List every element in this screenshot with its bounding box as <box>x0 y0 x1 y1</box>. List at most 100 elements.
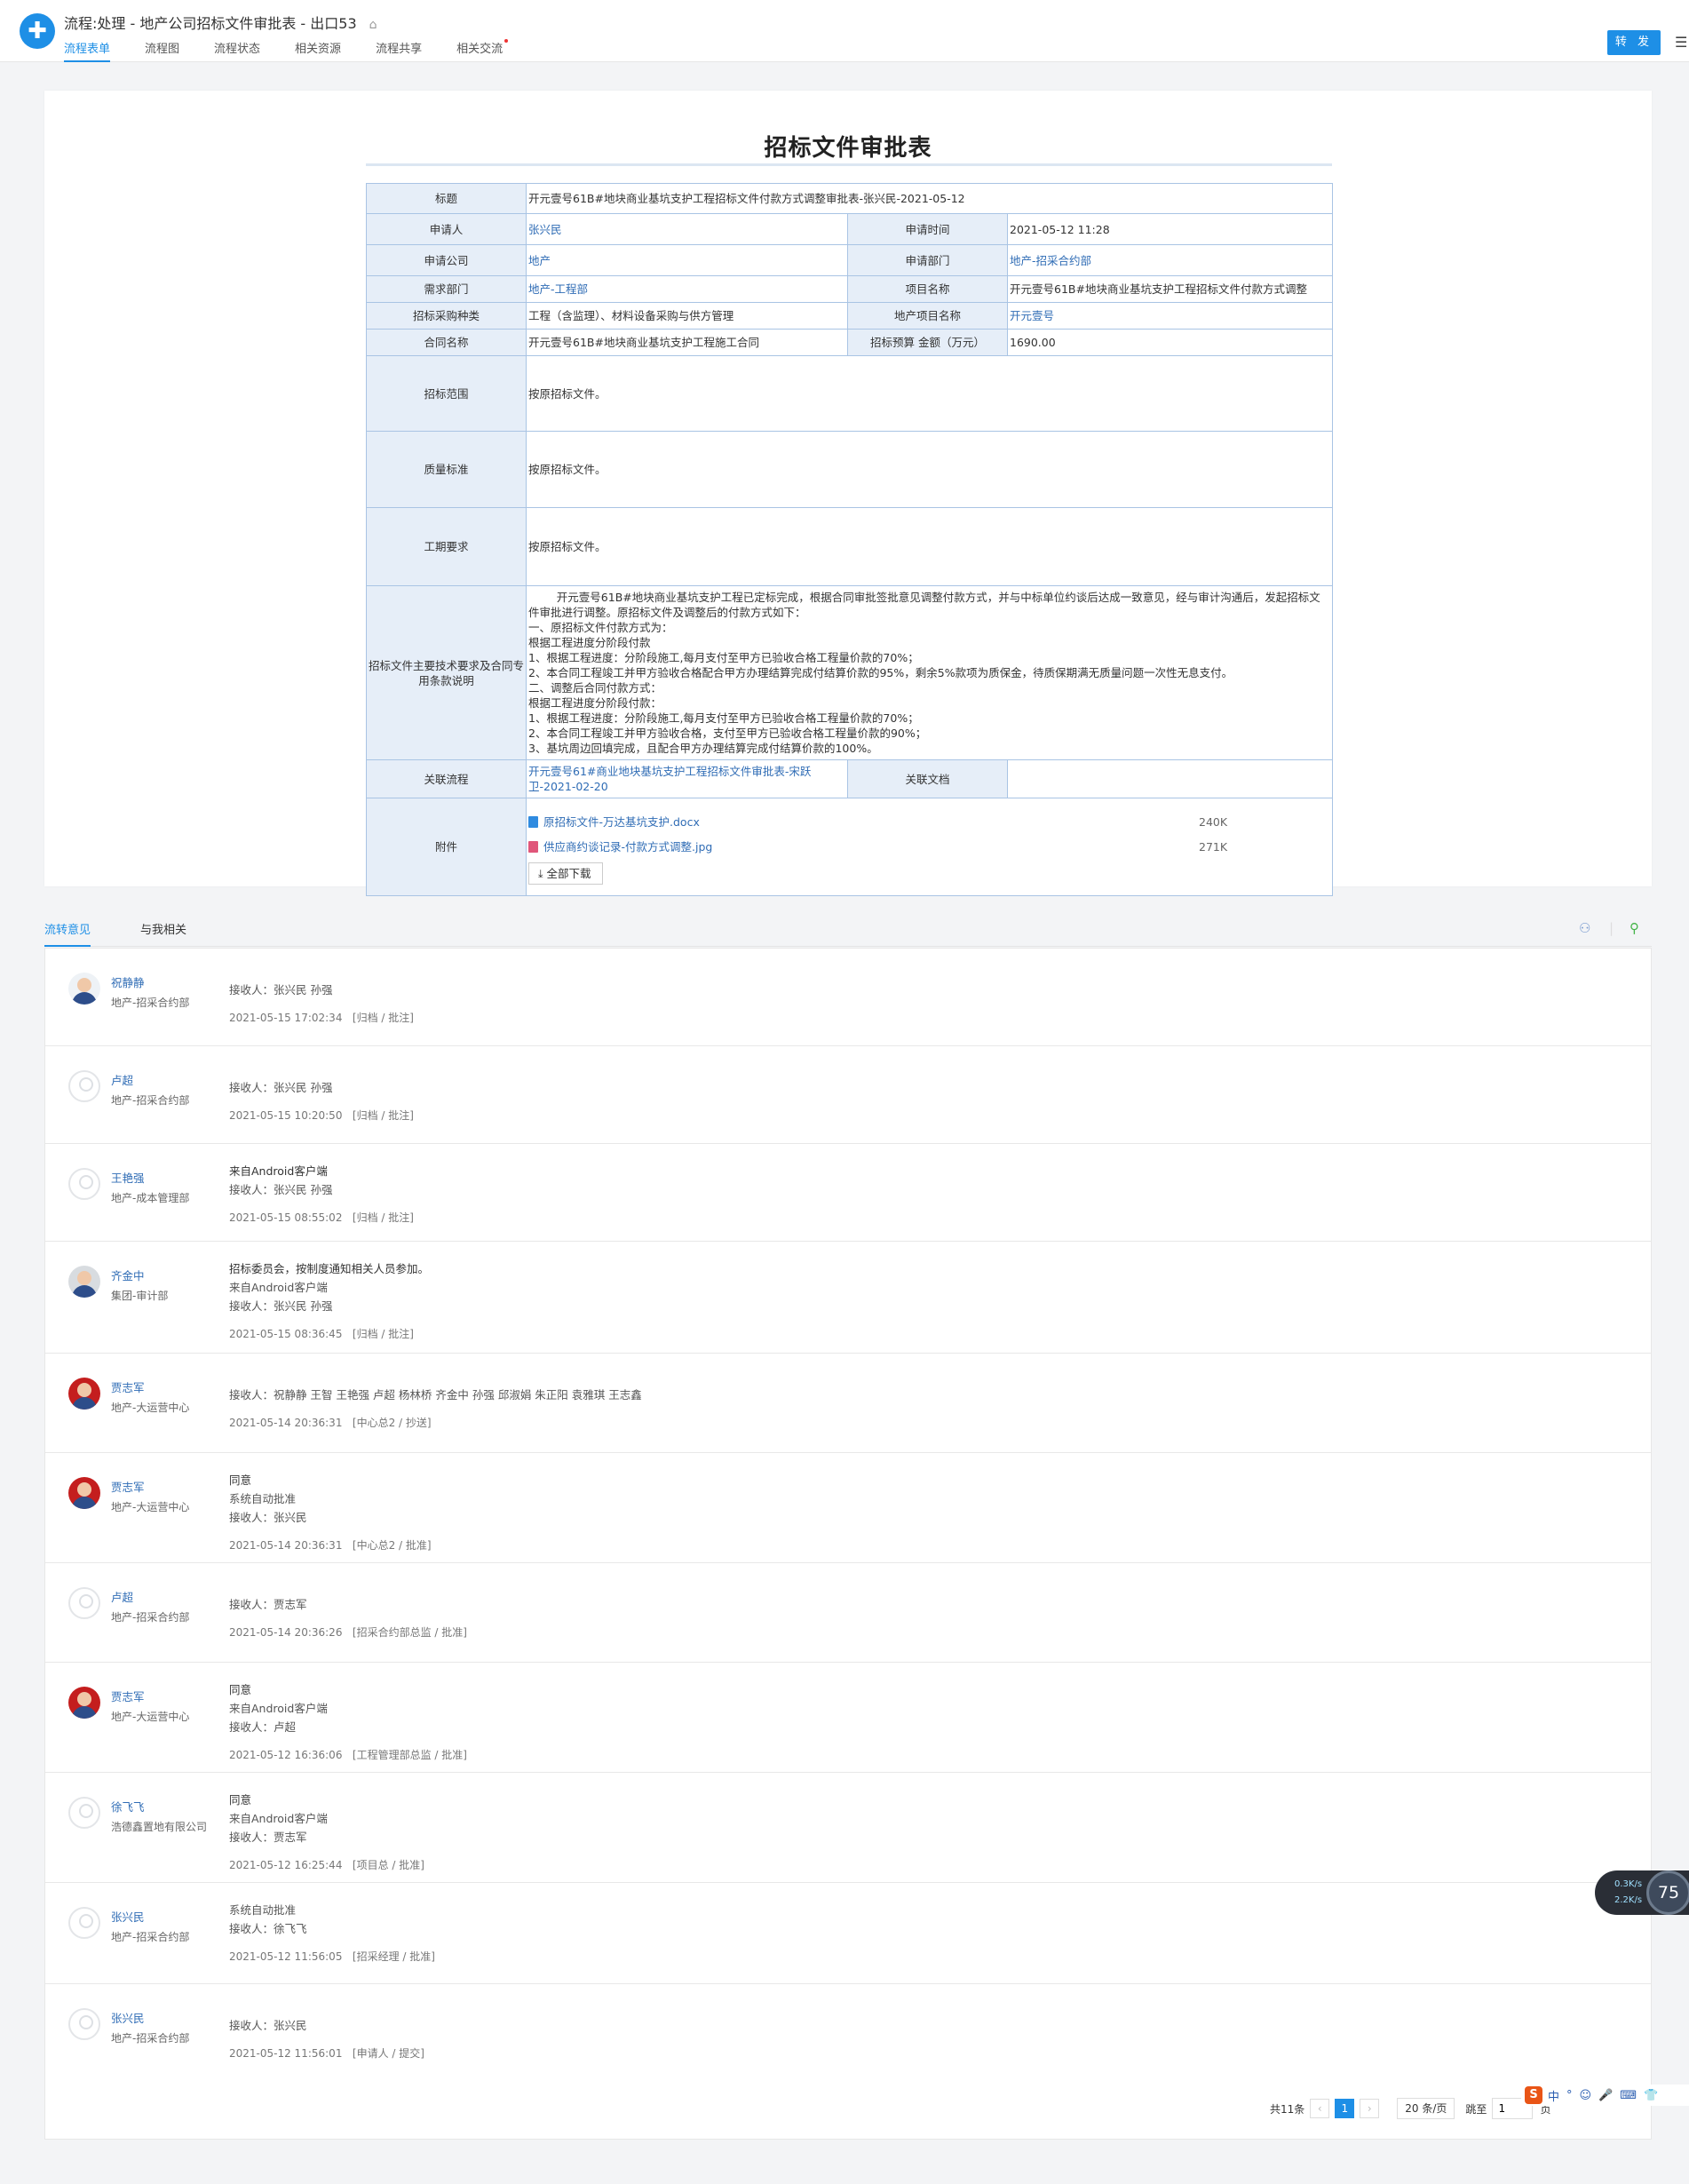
forward-button[interactable]: 转 发 <box>1607 30 1661 55</box>
opinion-time: 2021-05-15 17:02:34 <box>229 1012 343 1024</box>
attachment-item[interactable]: 原招标文件-万达基坑支护.docx 240K <box>528 809 1330 834</box>
opinion-user-name[interactable]: 贾志军 <box>111 1378 145 1395</box>
opinion-line: 同意 <box>229 1793 252 1807</box>
opinion-action: [工程管理部总监 / 批准] <box>352 1749 467 1761</box>
label-dept: 申请部门 <box>847 244 1008 276</box>
value-scope: 按原招标文件。 <box>525 355 1334 432</box>
emoji-icon[interactable]: ☺ <box>1580 2089 1592 2102</box>
avatar[interactable] <box>68 1797 100 1829</box>
opinion-user-dept: 地产-招采合约部 <box>111 2032 190 2045</box>
opinion-user-name[interactable]: 齐金中 <box>111 1267 145 1283</box>
opinion-action: [归档 / 批注] <box>352 1012 414 1024</box>
avatar[interactable] <box>68 973 100 1005</box>
keyboard-icon[interactable]: ⌨ <box>1620 2089 1637 2102</box>
opinion-user-name[interactable]: 徐飞飞 <box>111 1798 145 1815</box>
user-filter-icon[interactable]: ⚇ <box>1579 920 1590 936</box>
link-related-flow[interactable]: 开元壹号61#商业地块基坑支护工程招标文件审批表-宋跃卫-2021-02-20 <box>528 765 811 793</box>
opinion-receivers: 接收人：徐飞飞 <box>229 1922 307 1935</box>
opinion-user-dept: 地产-成本管理部 <box>111 1192 190 1204</box>
link-req-dept[interactable]: 地产-工程部 <box>528 282 588 296</box>
value-purchase-type: 工程（含监理）、材料设备采购与供方管理 <box>526 302 848 330</box>
page-number[interactable]: 1 <box>1335 2099 1355 2118</box>
label-related-flow: 关联流程 <box>366 759 527 798</box>
menu-icon[interactable]: ☰ <box>1675 36 1689 50</box>
link-company[interactable]: 地产 <box>528 254 551 267</box>
avatar[interactable] <box>68 1587 100 1619</box>
opinion-list: 祝静静地产-招采合约部 接收人：张兴民 孙强 2021-05-15 17:02:34… <box>44 948 1652 2140</box>
tab-discussion[interactable]: 相关交流 <box>456 39 509 62</box>
avatar[interactable] <box>68 1378 100 1410</box>
divider: | <box>1609 920 1614 936</box>
link-re-project[interactable]: 开元壹号 <box>1010 309 1054 322</box>
avatar[interactable] <box>68 1070 100 1102</box>
page-title: 流程:处理 - 地产公司招标文件审批表 - 出口53 ⌂ <box>64 15 377 32</box>
tab-share[interactable]: 流程共享 <box>376 39 422 62</box>
opinion-user-name[interactable]: 王艳强 <box>111 1169 145 1186</box>
opinion-time: 2021-05-12 11:56:01 <box>229 2047 343 2060</box>
opinion-meta: 2021-05-14 20:36:26 [招采合约部总监 / 批准] <box>229 1624 467 1640</box>
tab-form[interactable]: 流程表单 <box>64 39 111 62</box>
download-all-button[interactable]: ⤓ 全部下载 <box>528 862 603 885</box>
opinion-line: 系统自动批准 <box>229 1492 297 1505</box>
tab-status[interactable]: 流程状态 <box>214 39 260 62</box>
top-tabs: 流程表单 流程图 流程状态 相关资源 流程共享 相关交流 <box>64 39 537 62</box>
opinion-user-name[interactable]: 卢超 <box>111 1588 133 1605</box>
skin-icon[interactable]: 👕 <box>1644 2089 1658 2102</box>
opinion-action: [招采经理 / 批准] <box>352 1950 435 1963</box>
opinion-meta: 2021-05-14 20:36:31 [中心总2 / 批准] <box>229 1537 432 1553</box>
value-duration: 按原招标文件。 <box>525 507 1334 586</box>
opinion-receivers: 接收人：祝静静 王智 王艳强 卢超 杨林桥 齐金中 孙强 邱淑娟 朱正阳 袁雅琪… <box>229 1388 642 1402</box>
opinion-item: 卢超 地产-招采合约部 接收人：贾志军 2021-05-14 20:36:26 [招采… <box>45 1563 1651 1663</box>
opinion-user-name[interactable]: 贾志军 <box>111 1688 145 1704</box>
notification-dot <box>504 39 509 43</box>
opinion-item: 祝静静 地产-招采合约部 接收人：张兴民 孙强 2021-05-15 17:02:34… <box>45 949 1651 1046</box>
avatar[interactable] <box>68 1477 100 1509</box>
avatar[interactable] <box>68 1687 100 1719</box>
opinion-user-dept: 地产-大运营中心 <box>111 1501 190 1513</box>
tab-related-to-me[interactable]: 与我相关 <box>140 920 186 937</box>
opinion-receivers: 接收人：张兴民 孙强 <box>229 983 333 997</box>
chinese-mode-icon[interactable]: 中 <box>1548 2087 1559 2104</box>
opinion-user-name[interactable]: 贾志军 <box>111 1478 145 1495</box>
punctuation-icon[interactable]: ° <box>1566 2089 1573 2102</box>
avatar[interactable] <box>68 1907 100 1939</box>
tab-opinions[interactable]: 流转意见 <box>44 920 91 947</box>
opinion-content: 系统自动批准 接收人：徐飞飞 <box>229 1901 307 1938</box>
opinion-content: 接收人：张兴民 孙强 <box>229 966 332 999</box>
ime-toolbar[interactable]: S 中 ° ☺ 🎤 ⌨ 👕 <box>1521 2085 1689 2106</box>
search-icon[interactable]: ⚲ <box>1630 920 1639 936</box>
avatar[interactable] <box>68 1168 100 1200</box>
avatar[interactable] <box>68 2008 100 2040</box>
next-page-button[interactable]: › <box>1360 2099 1380 2118</box>
opinion-receivers: 接收人：张兴民 孙强 <box>229 1299 333 1313</box>
opinion-content: 接收人：张兴民 <box>229 2002 307 2035</box>
opinion-user-name[interactable]: 张兴民 <box>111 2009 145 2026</box>
opinion-user-dept: 地产-大运营中心 <box>111 1402 190 1414</box>
opinion-user-dept: 地产-招采合约部 <box>111 1611 190 1624</box>
opinion-user-name[interactable]: 张兴民 <box>111 1908 145 1925</box>
label-scope: 招标范围 <box>366 355 527 432</box>
microphone-icon[interactable]: 🎤 <box>1598 2089 1613 2102</box>
opinion-meta: 2021-05-15 08:36:45 [归档 / 批注] <box>229 1326 414 1341</box>
opinion-meta: 2021-05-12 16:36:06 [工程管理部总监 / 批准] <box>229 1747 467 1762</box>
link-applicant[interactable]: 张兴民 <box>528 223 562 236</box>
value-apply-time: 2021-05-12 11:28 <box>1006 213 1334 245</box>
attachment-item[interactable]: 供应商约谈记录-付款方式调整.jpg 271K <box>528 834 1330 859</box>
prev-page-button[interactable]: ‹ <box>1310 2099 1330 2118</box>
attachment-name[interactable]: 原招标文件-万达基坑支护.docx <box>543 814 700 830</box>
tab-resources[interactable]: 相关资源 <box>295 39 341 62</box>
network-speed-widget[interactable]: 0.3K/s 2.2K/s 75 <box>1595 1870 1689 1915</box>
opinion-user-name[interactable]: 祝静静 <box>111 973 145 990</box>
opinion-user-dept: 地产-招采合约部 <box>111 1931 190 1943</box>
tag-icon[interactable]: ⌂ <box>369 18 377 32</box>
attachment-name[interactable]: 供应商约谈记录-付款方式调整.jpg <box>543 839 712 854</box>
opinion-tabs: 流转意见 与我相关 ⚇ | ⚲ <box>44 913 1652 947</box>
link-dept[interactable]: 地产-招采合约部 <box>1010 254 1091 267</box>
label-re-project: 地产项目名称 <box>847 302 1008 330</box>
label-req-dept: 需求部门 <box>366 275 527 303</box>
opinion-line: 来自Android客户端 <box>229 1702 328 1715</box>
opinion-user-name[interactable]: 卢超 <box>111 1071 133 1088</box>
page-size-select[interactable]: 20 条/页 <box>1397 2098 1455 2119</box>
avatar[interactable] <box>68 1266 100 1298</box>
tab-flowchart[interactable]: 流程图 <box>145 39 179 62</box>
